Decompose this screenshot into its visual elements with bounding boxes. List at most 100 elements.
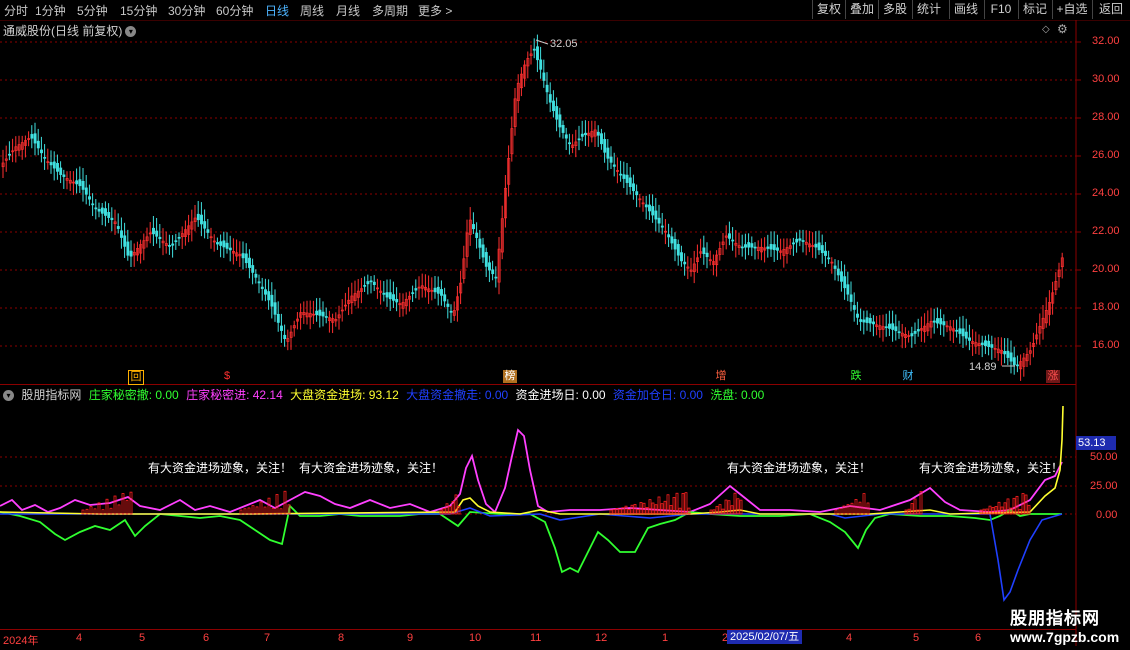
candle-body xyxy=(43,157,47,159)
candle-body xyxy=(369,280,373,283)
histogram-bar xyxy=(251,505,255,515)
candle-body xyxy=(968,337,971,341)
event-marker-return[interactable]: 回 xyxy=(128,370,144,385)
histogram-bar xyxy=(660,503,664,515)
candle-body xyxy=(273,302,277,315)
histogram-bar xyxy=(910,503,914,515)
histogram-bar xyxy=(267,497,271,515)
candle-body xyxy=(801,240,805,242)
candle-body xyxy=(942,321,946,326)
date-tick: 11 xyxy=(530,632,542,644)
candle-body xyxy=(196,213,200,221)
date-tick: 5 xyxy=(913,632,920,644)
candle-body xyxy=(891,323,895,330)
date-tick: 4 xyxy=(76,632,83,644)
candle-body xyxy=(795,238,799,243)
candle-body xyxy=(596,131,600,136)
histogram-bar xyxy=(448,506,452,515)
candle-body xyxy=(555,106,559,120)
indicator-axis-label: 25.00 xyxy=(1090,480,1118,492)
candle-body xyxy=(116,226,120,229)
candle-body xyxy=(33,133,37,144)
histogram-bar xyxy=(263,506,267,515)
candle-body xyxy=(612,164,616,167)
cursor-date-label: 2025/02/07/五 xyxy=(727,630,803,644)
candle-body xyxy=(388,292,392,300)
candle-body xyxy=(888,323,891,329)
candle-body xyxy=(216,242,219,245)
candle-body xyxy=(257,281,261,284)
histogram-bar xyxy=(275,494,279,515)
candle-body xyxy=(651,206,655,216)
candle-body xyxy=(913,330,917,334)
indicator-name[interactable]: 股朋指标网 xyxy=(21,388,81,402)
low-price-label: 14.89 xyxy=(969,361,997,373)
candle-body xyxy=(107,212,111,218)
event-marker-finance[interactable]: 财 xyxy=(901,370,915,383)
candle-body xyxy=(177,236,181,239)
candle-body xyxy=(385,292,389,298)
candlestick-chart[interactable] xyxy=(0,0,1130,650)
candle-body xyxy=(372,281,376,285)
candle-body xyxy=(443,294,447,302)
candle-body xyxy=(836,268,840,276)
candle-body xyxy=(171,243,175,246)
event-marker-list[interactable]: 榜 xyxy=(503,370,517,383)
candle-body xyxy=(820,245,824,254)
histogram-bar xyxy=(684,492,688,515)
candle-body xyxy=(321,311,325,317)
candle-body xyxy=(395,298,399,303)
candle-body xyxy=(817,242,821,251)
candle-body xyxy=(753,246,757,249)
histogram-bar xyxy=(736,498,740,515)
candle-body xyxy=(536,46,539,61)
candle-body xyxy=(36,140,40,149)
candle-body xyxy=(660,225,664,228)
histogram-bar xyxy=(105,498,109,515)
candle-body xyxy=(910,333,914,337)
price-tick-label: 30.00 xyxy=(1092,73,1120,85)
indicator-menu-icon[interactable]: ▾ xyxy=(3,390,14,402)
histogram-bar xyxy=(624,505,628,515)
candle-body xyxy=(49,162,53,166)
candle-body xyxy=(632,183,635,192)
date-axis: 2024年 4 5 6 7 8 9 10 11 12 1 2 3 4 5 6 xyxy=(0,629,1076,647)
candle-body xyxy=(644,204,648,208)
date-tick: 4 xyxy=(846,632,853,644)
candle-body xyxy=(766,246,770,249)
candle-body xyxy=(667,234,671,238)
candle-body xyxy=(280,325,283,331)
indicator-annotation: 有大资金进场迹象，关注！ xyxy=(919,461,1064,475)
candle-body xyxy=(129,250,133,257)
event-marker-rise[interactable]: 涨 xyxy=(1046,370,1060,383)
histogram-bar xyxy=(730,505,734,515)
indicator-annotation: 有大资金进场迹象，关注！ xyxy=(299,461,444,475)
candle-body xyxy=(155,230,159,237)
histogram-bar xyxy=(727,500,731,515)
candle-body xyxy=(318,309,322,316)
histogram-bar xyxy=(850,502,854,515)
candle-body xyxy=(868,318,872,324)
candle-body xyxy=(542,72,546,81)
histogram-bar xyxy=(838,508,842,515)
candle-body xyxy=(939,318,943,325)
histogram-bar xyxy=(651,502,655,515)
candle-body xyxy=(676,244,680,256)
candle-body xyxy=(635,191,639,196)
current-value-box: 53.13 xyxy=(1076,436,1116,450)
date-tick: 5 xyxy=(139,632,146,644)
event-marker-fall[interactable]: 跌 xyxy=(849,370,863,383)
histogram-bar xyxy=(117,504,121,515)
candle-body xyxy=(849,294,853,302)
histogram-bar xyxy=(255,506,259,515)
histogram-bar xyxy=(1024,494,1028,515)
candle-body xyxy=(702,247,706,255)
candle-body xyxy=(1003,351,1007,355)
candle-body xyxy=(856,313,859,318)
candle-body xyxy=(392,294,395,301)
candle-body xyxy=(382,292,386,295)
event-marker-increase[interactable]: 增 xyxy=(714,370,728,383)
candle-body xyxy=(222,240,226,248)
event-marker-dividend[interactable]: $ xyxy=(220,370,234,383)
candle-body xyxy=(680,252,683,262)
